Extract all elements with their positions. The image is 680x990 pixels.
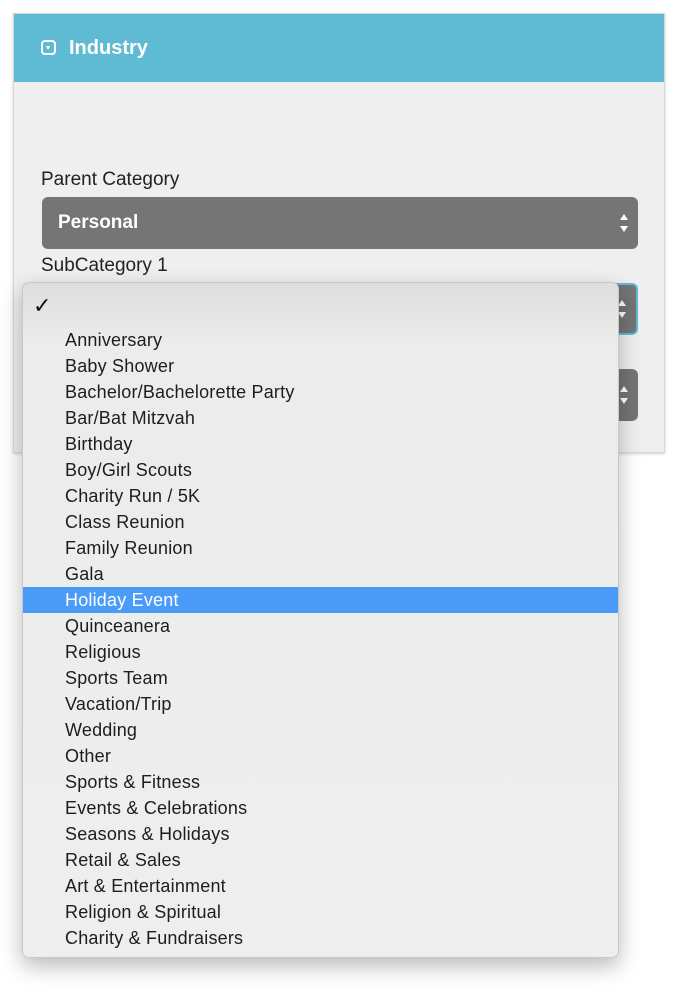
subcategory-1-label: SubCategory 1 [41, 255, 168, 276]
dropdown-option[interactable]: Charity & Fundraisers [23, 925, 618, 951]
dropdown-option[interactable]: Other [23, 743, 618, 769]
dropdown-option[interactable]: Birthday [23, 431, 618, 457]
dropdown-option[interactable]: Art & Entertainment [23, 873, 618, 899]
select-arrows-icon [620, 214, 628, 232]
chevron-down-square-icon[interactable] [41, 40, 56, 55]
parent-category-value: Personal [58, 212, 139, 233]
dropdown-option[interactable]: Religious [23, 639, 618, 665]
dropdown-option[interactable]: Sports & Fitness [23, 769, 618, 795]
dropdown-option[interactable]: Family Reunion [23, 535, 618, 561]
dropdown-option[interactable]: Sports Team [23, 665, 618, 691]
dropdown-option[interactable]: Bar/Bat Mitzvah [23, 405, 618, 431]
dropdown-option[interactable]: Anniversary [23, 327, 618, 353]
dropdown-option[interactable]: Gala [23, 561, 618, 587]
subcategory-dropdown-menu[interactable]: ✓ Anniversary Baby Shower Bachelor/Bachelo… [22, 282, 619, 958]
dropdown-option[interactable]: Boy/Girl Scouts [23, 457, 618, 483]
option-list: Anniversary Baby Shower Bachelor/Bachelore… [23, 327, 618, 951]
dropdown-option[interactable]: Class Reunion [23, 509, 618, 535]
panel-header[interactable]: Industry [14, 14, 664, 82]
checkmark-icon: ✓ [33, 293, 52, 318]
dropdown-option[interactable]: Holiday Event [23, 587, 618, 613]
dropdown-option[interactable]: Bachelor/Bachelorette Party [23, 379, 618, 405]
dropdown-option[interactable]: Wedding [23, 717, 618, 743]
dropdown-option[interactable]: Baby Shower [23, 353, 618, 379]
parent-category-select[interactable]: Personal [42, 197, 638, 249]
dropdown-option[interactable]: Charity Run / 5K [23, 483, 618, 509]
dropdown-option[interactable]: Quinceanera [23, 613, 618, 639]
dropdown-option[interactable]: Vacation/Trip [23, 691, 618, 717]
parent-category-label: Parent Category [41, 169, 180, 190]
panel-title: Industry [69, 37, 148, 59]
dropdown-option[interactable]: Religion & Spiritual [23, 899, 618, 925]
dropdown-option[interactable]: Events & Celebrations [23, 795, 618, 821]
select-arrows-icon [620, 386, 628, 404]
dropdown-option[interactable]: Retail & Sales [23, 847, 618, 873]
dropdown-option[interactable]: Seasons & Holidays [23, 821, 618, 847]
select-arrows-icon [618, 300, 626, 318]
